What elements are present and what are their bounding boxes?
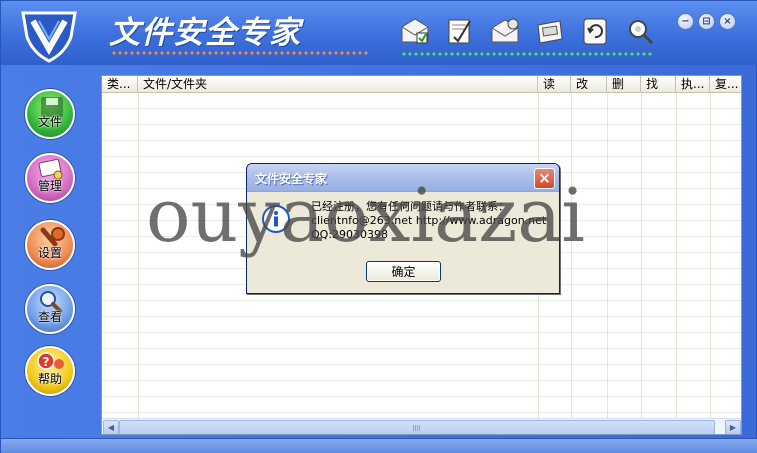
encrypt-envelope-icon[interactable] — [399, 15, 431, 47]
column-divider — [607, 93, 608, 418]
column-header-read[interactable]: 读 — [538, 76, 571, 93]
sidebar-item-label: 管理 — [37, 179, 62, 193]
sidebar-item-label: 设置 — [37, 246, 62, 260]
title-decoration — [111, 51, 369, 55]
column-divider — [710, 93, 711, 418]
dialog-titlebar[interactable]: 文件安全专家 × — [247, 164, 559, 192]
sidebar-item-file[interactable]: 文件 — [25, 89, 75, 147]
minimize-button[interactable]: − — [677, 13, 694, 30]
sidebar-item-help[interactable]: ? 帮助 — [25, 346, 75, 404]
close-button[interactable]: × — [719, 13, 736, 30]
column-divider — [676, 93, 677, 418]
column-divider — [641, 93, 642, 418]
column-header-copy[interactable]: 复... — [710, 76, 741, 93]
scroll-right-button[interactable]: ▶ — [725, 420, 741, 434]
ok-button[interactable]: 确定 — [366, 261, 441, 282]
info-icon — [262, 205, 290, 233]
main-window: 文件安全专家 − ⊟ × 文件 管理 设置 查看 ? 帮助 类... 文件/文件… — [0, 0, 757, 453]
column-header-delete[interactable]: 删 — [607, 76, 641, 93]
list-header: 类... 文件/文件夹 读 改 删 找 执... 复... — [102, 76, 741, 93]
column-divider — [571, 93, 572, 418]
decrypt-envelope-icon[interactable] — [489, 15, 521, 47]
column-header-modify[interactable]: 改 — [571, 76, 607, 93]
sidebar-item-settings[interactable]: 设置 — [25, 220, 75, 278]
sidebar-item-label: 帮助 — [37, 372, 62, 386]
column-divider — [138, 93, 139, 418]
scroll-left-button[interactable]: ◀ — [103, 420, 119, 434]
dialog-message-line: clientnfo@263.net http://www.adragon.net — [311, 214, 547, 227]
status-bar — [1, 438, 757, 453]
horizontal-scrollbar[interactable]: ◀ ▶ — [102, 418, 741, 434]
scrollbar-thumb[interactable] — [119, 420, 715, 434]
dialog-message-line: QQ:29030398 — [311, 228, 389, 241]
column-header-type[interactable]: 类... — [102, 76, 138, 93]
sidebar-item-manage[interactable]: 管理 — [25, 153, 75, 211]
app-title: 文件安全专家 — [109, 15, 301, 51]
refresh-document-icon[interactable] — [579, 15, 611, 47]
toolbar-decoration — [401, 52, 653, 56]
restore-button[interactable]: ⊟ — [698, 13, 715, 30]
dialog-message-line: 已经注册，您有任何问题请与作者联系： — [311, 200, 509, 213]
svg-text:?: ? — [43, 355, 50, 369]
shield-logo-icon — [21, 11, 77, 63]
grip-icon — [413, 424, 421, 431]
dialog-close-button[interactable]: × — [534, 168, 555, 189]
sidebar-item-view[interactable]: 查看 — [25, 284, 75, 342]
header-banner: 文件安全专家 − ⊟ × — [1, 1, 757, 65]
sidebar-item-label: 查看 — [37, 310, 62, 324]
sidebar-item-label: 文件 — [37, 115, 62, 129]
column-header-name[interactable]: 文件/文件夹 — [138, 76, 538, 93]
column-header-execute[interactable]: 执... — [676, 76, 710, 93]
toolbar — [399, 15, 656, 47]
document-pen-icon[interactable] — [444, 15, 476, 47]
message-dialog: 文件安全专家 × 已经注册，您有任何问题请与作者联系： clientnfo@26… — [246, 163, 560, 294]
dialog-title: 文件安全专家 — [255, 172, 328, 186]
dialog-message: 已经注册，您有任何问题请与作者联系： clientnfo@263.net htt… — [311, 200, 557, 242]
window-controls: − ⊟ × — [677, 13, 736, 30]
column-header-find[interactable]: 找 — [641, 76, 676, 93]
search-gear-icon[interactable] — [624, 15, 656, 47]
disk-tag-icon[interactable] — [534, 15, 566, 47]
sidebar: 文件 管理 设置 查看 ? 帮助 — [1, 65, 99, 440]
